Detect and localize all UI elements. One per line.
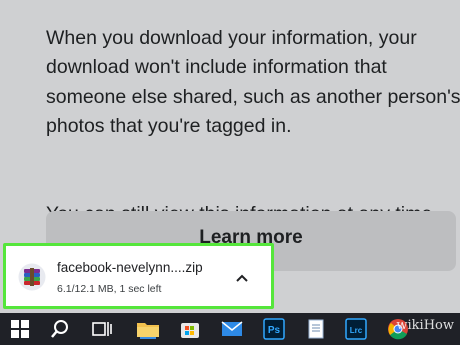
photoshop-icon[interactable]: Ps [262,317,286,341]
microsoft-store-icon[interactable] [178,317,202,341]
wikihow-watermark: wikiHow [396,318,454,333]
search-icon[interactable] [48,317,72,341]
info-paragraph-1: When you download your information, your… [46,26,460,138]
download-file-name: facebook-nevelynn....zip [57,260,203,275]
photoshop-label: Ps [268,325,281,336]
chevron-up-icon[interactable] [232,268,252,288]
notepad-icon[interactable] [304,317,328,341]
taskbar: Ps Lrc wikiHow [0,313,460,345]
download-item[interactable]: facebook-nevelynn....zip 6.1/12.1 MB, 1 … [3,243,274,309]
mail-icon[interactable] [220,317,244,341]
winrar-archive-icon [18,263,46,291]
start-icon[interactable] [8,317,32,341]
file-explorer-icon[interactable] [136,317,160,341]
download-status: 6.1/12.1 MB, 1 sec left [57,283,162,295]
lightroom-icon[interactable]: Lrc [344,317,368,341]
task-view-icon[interactable] [90,317,114,341]
lightroom-label: Lrc [350,326,363,335]
